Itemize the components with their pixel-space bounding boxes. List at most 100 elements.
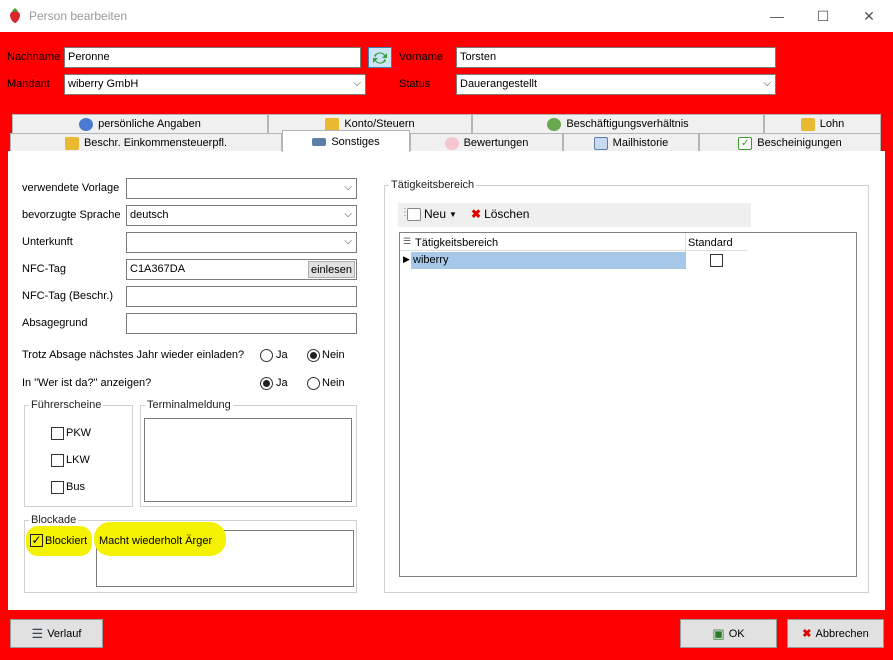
- person-icon: [79, 117, 94, 131]
- bus-label: Bus: [66, 481, 85, 493]
- row-selector-icon: ▶: [403, 254, 410, 264]
- strawberry-icon: [10, 8, 20, 23]
- fuehrerscheine-title: Führerscheine: [29, 399, 104, 411]
- save-icon: ▣: [712, 625, 725, 641]
- lkw-checkbox[interactable]: [51, 454, 64, 467]
- werist-nein-label: Nein: [322, 377, 345, 389]
- coins-icon: [64, 136, 79, 150]
- tab-persoenliche-angaben[interactable]: persönliche Angaben: [12, 114, 268, 133]
- einlesen-button[interactable]: einlesen: [308, 261, 355, 278]
- row-name: wiberry: [413, 254, 449, 266]
- delete-label: Löschen: [484, 207, 530, 221]
- tab-label: Sonstiges: [331, 135, 380, 148]
- trotz-ja-radio[interactable]: [260, 349, 273, 362]
- unterkunft-select[interactable]: ⌵: [126, 232, 357, 253]
- nfc-beschr-input[interactable]: [126, 286, 357, 307]
- terminalmeldung-textarea[interactable]: [144, 418, 352, 502]
- verlauf-label: Verlauf: [47, 627, 82, 640]
- row-highlight: [411, 252, 686, 269]
- chevron-down-icon: ⌵: [763, 78, 771, 89]
- new-label: Neu: [424, 207, 447, 221]
- close-button[interactable]: ✕: [846, 0, 892, 32]
- wer-ist-da-label: In "Wer ist da?" anzeigen?: [22, 377, 152, 389]
- grid-menu-icon: ☰: [403, 236, 412, 246]
- coins-icon: [800, 117, 815, 131]
- tab-label: Lohn: [819, 118, 845, 130]
- person-add-icon: [547, 117, 562, 131]
- column-header-taetigkeit[interactable]: Tätigkeitsbereich: [415, 237, 498, 249]
- delete-button[interactable]: ✖ Löschen: [471, 207, 529, 221]
- abbrechen-label: Abbrechen: [815, 627, 869, 640]
- verlauf-button[interactable]: ☰ Verlauf: [10, 619, 103, 648]
- minimize-button[interactable]: —: [754, 0, 800, 32]
- vorname-label: Vorname: [399, 51, 444, 63]
- bus-checkbox[interactable]: [51, 481, 64, 494]
- chevron-down-icon: ⌵: [344, 209, 352, 220]
- tab-label: Beschr. Einkommensteuerpfl.: [83, 137, 228, 149]
- nachname-input[interactable]: Peronne: [64, 47, 361, 68]
- vorlage-label: verwendete Vorlage: [22, 182, 120, 194]
- taetigkeitsbereich-title: Tätigkeitsbereich: [389, 179, 477, 191]
- sprache-label: bevorzugte Sprache: [22, 209, 121, 221]
- trotz-nein-radio[interactable]: [307, 349, 320, 362]
- tab-sonstiges[interactable]: Sonstiges: [282, 130, 410, 152]
- tab-label: persönliche Angaben: [98, 118, 201, 130]
- werist-ja-label: Ja: [276, 377, 288, 389]
- blockade-reason-text: Macht wiederholt Ärger: [99, 535, 213, 547]
- chevron-down-icon: ⌵: [344, 182, 352, 193]
- vorname-input[interactable]: Torsten: [456, 47, 776, 68]
- vorlage-select[interactable]: ⌵: [126, 178, 357, 199]
- swap-names-button[interactable]: [368, 47, 392, 68]
- tab-label: Konto/Steuern: [344, 118, 415, 130]
- window-title: Person bearbeiten: [29, 9, 128, 23]
- mandant-value: wiberry GmbH: [68, 78, 139, 90]
- tab-label: Bewertungen: [463, 137, 529, 149]
- tab-label: Mailhistorie: [612, 137, 669, 149]
- row-standard-checkbox[interactable]: [710, 254, 723, 267]
- nfc-label: NFC-Tag: [22, 263, 67, 275]
- tab-beschr-einkommensteuerpfl[interactable]: Beschr. Einkommensteuerpfl.: [10, 133, 282, 152]
- status-value: Dauerangestellt: [460, 78, 538, 90]
- delete-icon: ✖: [471, 207, 482, 221]
- absagegrund-input[interactable]: [126, 313, 357, 334]
- column-header-standard[interactable]: Standard: [688, 237, 733, 249]
- mandant-select[interactable]: wiberry GmbH ⌵: [64, 74, 366, 95]
- mail-icon: [593, 136, 608, 150]
- mandant-label: Mandant: [7, 78, 50, 90]
- tab-beschaeftigungsverhaeltnis[interactable]: Beschäftigungsverhältnis: [472, 114, 764, 133]
- tab-label: Beschäftigungsverhältnis: [566, 118, 689, 130]
- werist-nein-radio[interactable]: [307, 377, 320, 390]
- title-bar: Person bearbeiten — ☐ ✕: [0, 0, 893, 32]
- unterkunft-label: Unterkunft: [22, 236, 73, 248]
- tab-lohn[interactable]: Lohn: [764, 114, 881, 133]
- list-icon: ☰: [31, 625, 44, 641]
- car-icon: [312, 137, 327, 146]
- new-document-icon: [407, 207, 421, 221]
- dropdown-arrow-icon: ▼: [449, 209, 457, 219]
- taetigkeit-grid: [399, 232, 857, 577]
- tab-bewertungen[interactable]: Bewertungen: [410, 133, 563, 152]
- cancel-icon: ✖: [802, 628, 812, 640]
- certificate-icon: ✓: [738, 136, 753, 150]
- abbrechen-button[interactable]: ✖ Abbrechen: [787, 619, 884, 648]
- nfc-beschr-label: NFC-Tag (Beschr.): [22, 290, 114, 302]
- coins-icon: [325, 117, 340, 131]
- werist-ja-radio[interactable]: [260, 377, 273, 390]
- trotz-absage-label: Trotz Absage nächstes Jahr wieder einlad…: [22, 349, 245, 361]
- terminalmeldung-title: Terminalmeldung: [145, 399, 233, 411]
- blockiert-checkbox[interactable]: ✓: [30, 534, 43, 547]
- maximize-button[interactable]: ☐: [800, 0, 846, 32]
- rating-icon: [444, 136, 459, 150]
- new-button[interactable]: Neu ▼: [407, 207, 457, 221]
- lkw-label: LKW: [66, 454, 90, 466]
- status-select[interactable]: Dauerangestellt ⌵: [456, 74, 776, 95]
- swap-icon: [373, 51, 387, 64]
- pkw-checkbox[interactable]: [51, 427, 64, 440]
- table-row[interactable]: ▶ wiberry: [400, 252, 747, 269]
- sprache-select[interactable]: deutsch ⌵: [126, 205, 357, 226]
- tab-mailhistorie[interactable]: Mailhistorie: [563, 133, 699, 152]
- status-label: Status: [399, 78, 431, 90]
- ok-button[interactable]: ▣ OK: [680, 619, 777, 648]
- trotz-ja-label: Ja: [276, 349, 288, 361]
- tab-bescheinigungen[interactable]: ✓ Bescheinigungen: [699, 133, 881, 152]
